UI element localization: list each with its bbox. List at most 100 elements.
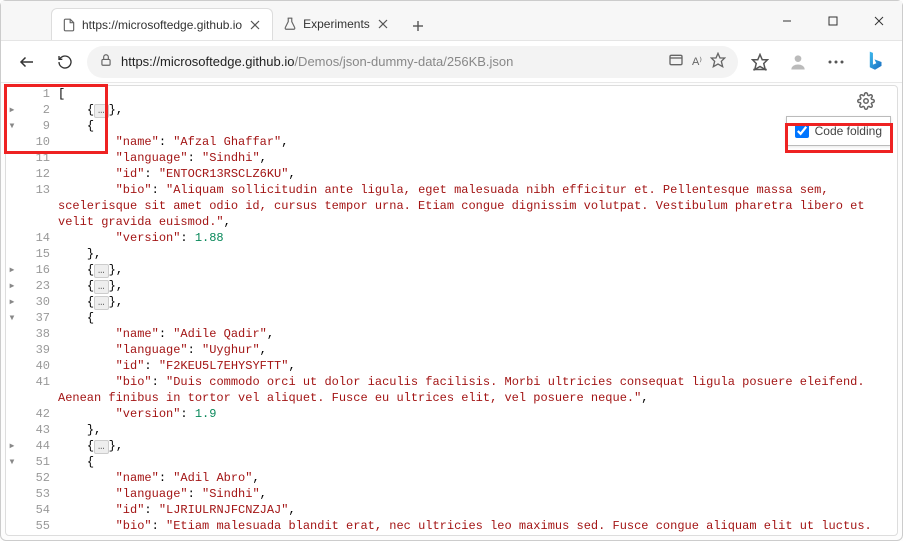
code-line: ▸44 {…}, [6, 438, 897, 454]
code-text: }, [58, 246, 897, 262]
code-line: ▸30 {…}, [6, 294, 897, 310]
code-text: "language": "Uyghur", [58, 342, 897, 358]
fold-collapsed-icon[interactable]: ▸ [6, 102, 18, 118]
code-text: "id": "LJRIULRNJFCNZJAJ", [58, 502, 897, 518]
fold-collapsed-icon[interactable]: ▸ [6, 262, 18, 278]
code-line: 52 "name": "Adil Abro", [6, 470, 897, 486]
back-button[interactable] [11, 46, 43, 78]
line-number: 51 [18, 454, 58, 470]
line-number: 41 [18, 374, 58, 390]
code-folding-checkbox[interactable] [795, 124, 809, 138]
code-line: 15 }, [6, 246, 897, 262]
settings-panel: Code folding [786, 116, 891, 146]
tab-label: https://microsoftedge.github.io [82, 18, 242, 32]
line-number: 14 [18, 230, 58, 246]
line-number: 1 [18, 86, 58, 102]
address-bar[interactable]: https://microsoftedge.github.io/Demos/js… [87, 46, 738, 78]
bing-button[interactable] [858, 45, 892, 79]
line-number: 15 [18, 246, 58, 262]
code-line: 43 }, [6, 422, 897, 438]
tab-label: Experiments [303, 17, 370, 31]
menu-button[interactable] [820, 46, 852, 78]
fold-expanded-icon[interactable]: ▾ [6, 454, 18, 470]
code-line: 42 "version": 1.9 [6, 406, 897, 422]
code-line: 41 "bio": "Duis commodo orci ut dolor ia… [6, 374, 897, 406]
url-text: https://microsoftedge.github.io/Demos/js… [121, 54, 660, 69]
code-line: ▸16 {…}, [6, 262, 897, 278]
code-line: ▾37 { [6, 310, 897, 326]
fold-expanded-icon[interactable]: ▾ [6, 310, 18, 326]
line-number: 53 [18, 486, 58, 502]
minimize-button[interactable] [764, 1, 810, 40]
line-number: 23 [18, 278, 58, 294]
line-number: 43 [18, 422, 58, 438]
close-icon[interactable] [376, 17, 390, 31]
code-text: "language": "Sindhi", [58, 486, 897, 502]
gear-icon[interactable] [857, 92, 877, 112]
line-number: 37 [18, 310, 58, 326]
tab-strip: https://microsoftedge.github.io Experime… [1, 1, 764, 40]
line-number: 16 [18, 262, 58, 278]
code-line: 39 "language": "Uyghur", [6, 342, 897, 358]
code-line: ▸23 {…}, [6, 278, 897, 294]
json-viewer: 1[▸2 {…},▾9 {10 "name": "Afzal Ghaffar",… [5, 85, 898, 536]
code-text: {…}, [58, 262, 897, 278]
code-text: {…}, [58, 294, 897, 310]
code-line: 11 "language": "Sindhi", [6, 150, 897, 166]
code-text: {…}, [58, 438, 897, 454]
line-number: 52 [18, 470, 58, 486]
code-text: {…}, [58, 278, 897, 294]
code-line: 55 "bio": "Etiam malesuada blandit erat,… [6, 518, 897, 535]
favorite-icon[interactable] [710, 52, 726, 71]
tab-2[interactable]: Experiments [273, 8, 400, 40]
line-number: 39 [18, 342, 58, 358]
line-number: 2 [18, 102, 58, 118]
line-number: 30 [18, 294, 58, 310]
new-tab-button[interactable] [404, 12, 432, 40]
read-aloud-icon[interactable]: A⁾ [692, 55, 702, 68]
line-number: 55 [18, 518, 58, 534]
code-text: }, [58, 422, 897, 438]
maximize-button[interactable] [810, 1, 856, 40]
code-line: 53 "language": "Sindhi", [6, 486, 897, 502]
line-number: 44 [18, 438, 58, 454]
flask-icon [283, 17, 297, 31]
line-number: 40 [18, 358, 58, 374]
profile-button[interactable] [782, 46, 814, 78]
code-text: "id": "F2KEU5L7EHYSYFTT", [58, 358, 897, 374]
fold-collapsed-icon[interactable]: ▸ [6, 438, 18, 454]
line-number: 38 [18, 326, 58, 342]
fold-collapsed-icon[interactable]: ▸ [6, 294, 18, 310]
code-text: "bio": "Duis commodo orci ut dolor iacul… [58, 374, 897, 406]
close-window-button[interactable] [856, 1, 902, 40]
tab-1[interactable]: https://microsoftedge.github.io [51, 8, 273, 40]
code-line: 1[ [6, 86, 897, 102]
code-text: "id": "ENTOCR13RSCLZ6KU", [58, 166, 897, 182]
code-line: 13 "bio": "Aliquam sollicitudin ante lig… [6, 182, 897, 230]
code-text: { [58, 454, 897, 470]
code-line: 38 "name": "Adile Qadir", [6, 326, 897, 342]
code-line: 14 "version": 1.88 [6, 230, 897, 246]
fold-expanded-icon[interactable]: ▾ [6, 118, 18, 134]
code-line: 12 "id": "ENTOCR13RSCLZ6KU", [6, 166, 897, 182]
page-icon [62, 18, 76, 32]
code-line: 54 "id": "LJRIULRNJFCNZJAJ", [6, 502, 897, 518]
app-icon[interactable] [668, 52, 684, 71]
line-number: 42 [18, 406, 58, 422]
code-text: "name": "Afzal Ghaffar", [58, 134, 897, 150]
titlebar: https://microsoftedge.github.io Experime… [1, 1, 902, 41]
window-controls [764, 1, 902, 40]
code-text: "bio": "Etiam malesuada blandit erat, ne… [58, 518, 897, 535]
lock-icon [99, 53, 113, 70]
code-line: 40 "id": "F2KEU5L7EHYSYFTT", [6, 358, 897, 374]
code-folding-label[interactable]: Code folding [815, 123, 882, 139]
line-number: 54 [18, 502, 58, 518]
line-number: 9 [18, 118, 58, 134]
close-icon[interactable] [248, 18, 262, 32]
code-text: {…}, [58, 102, 897, 118]
fold-collapsed-icon[interactable]: ▸ [6, 278, 18, 294]
refresh-button[interactable] [49, 46, 81, 78]
code-text: [ [58, 86, 897, 102]
favorites-button[interactable] [744, 46, 776, 78]
json-scroll[interactable]: 1[▸2 {…},▾9 {10 "name": "Afzal Ghaffar",… [6, 86, 897, 535]
